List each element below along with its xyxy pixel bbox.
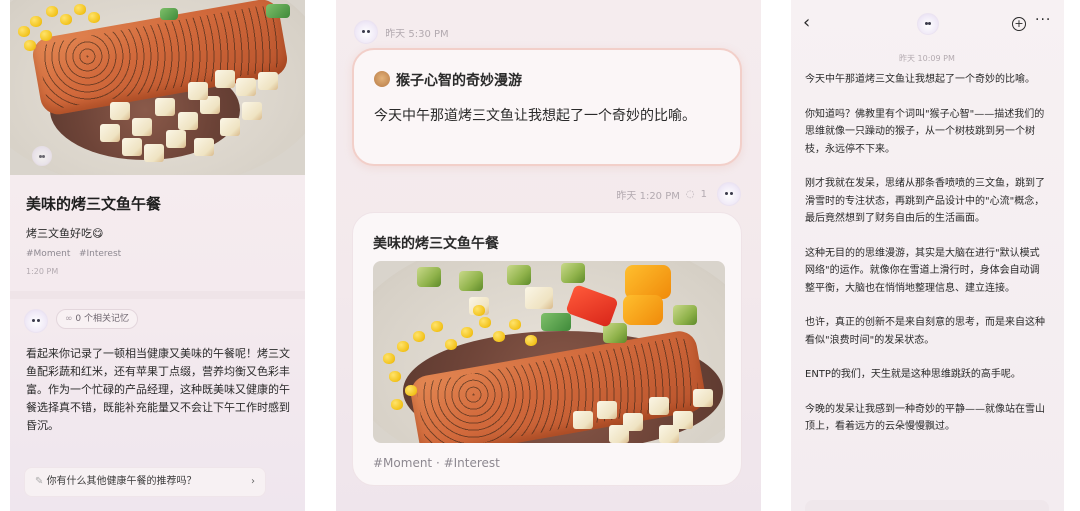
ai-avatar-icon [24, 309, 48, 333]
moment-card-photo[interactable] [373, 261, 725, 443]
suggestion-button[interactable]: ✎ 你有什么其他健康午餐的推荐吗？ › [24, 467, 266, 497]
more-icon[interactable]: ··· [1035, 12, 1051, 28]
comment-count: 1 [700, 188, 707, 200]
bottom-card[interactable] [805, 500, 1049, 511]
thought-title-text: 猴子心智的奇妙漫游 [396, 73, 522, 89]
entry-time: 昨天 1:20 PM [616, 190, 680, 202]
back-icon[interactable]: ‹ [803, 12, 810, 33]
suggestion-label: 你有什么其他健康午餐的推荐吗？ [46, 476, 197, 487]
moment-card-title: 美味的烤三文鱼午餐 [373, 236, 499, 252]
bulb-icon: ✎ [35, 476, 47, 487]
comment-icon[interactable]: ◌ [686, 189, 695, 200]
thought-card-title: 猴子心智的奇妙漫游 [374, 70, 522, 90]
journal-feed-panel: 昨天 5:30 PM 猴子心智的奇妙漫游 今天中午那道烤三文鱼让我想起了一个奇妙… [336, 0, 761, 511]
paragraph: 今天中午那道烤三文鱼让我想起了一个奇妙的比喻。 [805, 74, 1035, 85]
paragraph: 你知道吗？佛教里有个词叫"猴子心智"——描述我们的思维就像一只躁动的猴子，从一个… [805, 108, 1045, 155]
entry-meta: 昨天 1:20 PM ◌ 1 [616, 182, 741, 206]
moment-detail-panel: 美味的烤三文鱼午餐 烤三文鱼好吃😋 #Moment #Interest 1:20… [10, 0, 305, 511]
memory-icon: ∞ [65, 314, 76, 324]
plus-circle-icon[interactable]: + [1012, 17, 1026, 31]
paragraph: 这种无目的的思维漫游，其实是大脑在进行"默认模式网络"的运作。就像你在雪道上滑行… [805, 247, 1040, 294]
tag-moment[interactable]: #Moment [26, 249, 70, 259]
section-divider [10, 291, 305, 299]
food-photo[interactable] [10, 0, 305, 175]
thought-body: 今天中午那道烤三文鱼让我想起了一个奇妙的比喻。 你知道吗？佛教里有个词叫"猴子心… [805, 71, 1049, 453]
thought-card[interactable]: 猴子心智的奇妙漫游 今天中午那道烤三文鱼让我想起了一个奇妙的比喻。 [352, 48, 742, 166]
thought-card-body: 今天中午那道烤三文鱼让我想起了一个奇妙的比喻。 [374, 108, 696, 124]
moment-card-tags[interactable]: #Moment · #Interest [373, 456, 500, 470]
thought-detail-panel: ‹ + ··· 昨天 10:09 PM 今天中午那道烤三文鱼让我想起了一个奇妙的… [791, 0, 1064, 511]
ai-avatar-icon [917, 13, 939, 35]
paragraph: ENTP的我们，天生就是这种思维跳跃的高手呢。 [805, 369, 1021, 380]
paragraph: 也许，真正的创新不是来自刻意的思考，而是来自这种看似"浪费时间"的发呆状态。 [805, 317, 1045, 346]
related-memory-chip[interactable]: ∞ 0 个相关记忆 [56, 309, 138, 329]
ai-reply-text: 看起来你记录了一顿相当健康又美味的午餐呢！烤三文鱼配彩蔬和红米，还有苹果丁点缀，… [26, 347, 290, 432]
thought-time: 昨天 10:09 PM [899, 54, 955, 63]
chevron-right-icon: › [251, 476, 255, 487]
paragraph: 刚才我就在发呆，思绪从那条香喷喷的三文鱼，跳到了滑雪时的专注状态，再跳到产品设计… [805, 178, 1045, 224]
photo-badge-icon [32, 146, 52, 166]
feed-header: 昨天 5:30 PM [354, 20, 449, 44]
user-avatar[interactable] [717, 182, 741, 206]
moment-card[interactable]: 美味的烤三文鱼午餐 #Moment · #Interest [352, 212, 742, 486]
header-time: 昨天 5:30 PM [385, 28, 449, 40]
moment-tags: #Moment #Interest [26, 249, 121, 259]
moment-time: 1:20 PM [26, 267, 59, 276]
moment-title: 美味的烤三文鱼午餐 [26, 195, 162, 213]
tag-interest[interactable]: #Interest [79, 249, 121, 259]
monkey-icon [374, 71, 390, 87]
ai-avatar-icon [354, 20, 378, 44]
paragraph: 今晚的发呆让我感到一种奇妙的平静——就像站在雪山顶上，看着远方的云朵慢慢飘过。 [805, 403, 1045, 433]
memory-chip-label: 0 个相关记忆 [75, 314, 129, 324]
moment-subtitle: 烤三文鱼好吃😋 [26, 227, 104, 240]
